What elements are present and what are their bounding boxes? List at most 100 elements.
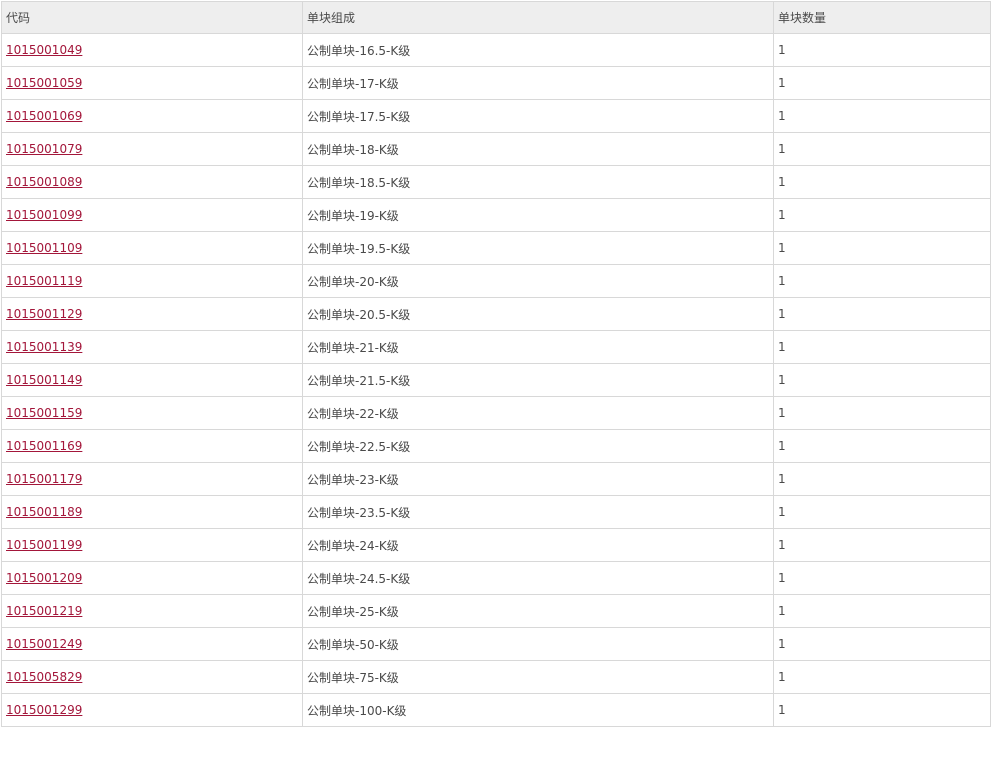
composition-cell: 公制单块-23-K级: [302, 462, 774, 496]
composition-cell: 公制单块-16.5-K级: [302, 33, 774, 67]
composition-cell: 公制单块-100-K级: [302, 693, 774, 727]
code-cell: 1015001249: [1, 627, 303, 661]
code-link[interactable]: 1015001159: [6, 406, 82, 420]
table-row: 1015001139 公制单块-21-K级 1: [1, 330, 991, 364]
code-link[interactable]: 1015001249: [6, 637, 82, 651]
code-link[interactable]: 1015001219: [6, 604, 82, 618]
quantity-cell: 1: [773, 561, 991, 595]
table-row: 1015001079 公制单块-18-K级 1: [1, 132, 991, 166]
code-cell: 1015001219: [1, 594, 303, 628]
code-cell: 1015001209: [1, 561, 303, 595]
quantity-cell: 1: [773, 297, 991, 331]
quantity-cell: 1: [773, 33, 991, 67]
composition-table: 代码 单块组成 单块数量 1015001049 公制单块-16.5-K级 1 1015…: [1, 1, 991, 727]
code-cell: 1015001299: [1, 693, 303, 727]
table-body: 1015001049 公制单块-16.5-K级 1 1015001059 公制单块-17…: [1, 33, 991, 727]
code-link[interactable]: 1015001099: [6, 208, 82, 222]
code-link[interactable]: 1015001169: [6, 439, 82, 453]
code-link[interactable]: 1015001109: [6, 241, 82, 255]
composition-cell: 公制单块-21.5-K级: [302, 363, 774, 397]
quantity-cell: 1: [773, 396, 991, 430]
quantity-cell: 1: [773, 99, 991, 133]
code-link[interactable]: 1015001179: [6, 472, 82, 486]
composition-cell: 公制单块-17.5-K级: [302, 99, 774, 133]
composition-cell: 公制单块-19.5-K级: [302, 231, 774, 265]
table-row: 1015001219 公制单块-25-K级 1: [1, 594, 991, 628]
code-link[interactable]: 1015001129: [6, 307, 82, 321]
code-cell: 1015001069: [1, 99, 303, 133]
code-cell: 1015001059: [1, 66, 303, 100]
composition-cell: 公制单块-19-K级: [302, 198, 774, 232]
column-header-quantity: 单块数量: [773, 1, 991, 34]
code-link[interactable]: 1015005829: [6, 670, 82, 684]
quantity-cell: 1: [773, 264, 991, 298]
table-row: 1015001249 公制单块-50-K级 1: [1, 627, 991, 661]
code-link[interactable]: 1015001079: [6, 142, 82, 156]
code-link[interactable]: 1015001189: [6, 505, 82, 519]
code-cell: 1015001139: [1, 330, 303, 364]
code-link[interactable]: 1015001149: [6, 373, 82, 387]
code-cell: 1015001199: [1, 528, 303, 562]
quantity-cell: 1: [773, 198, 991, 232]
composition-cell: 公制单块-18.5-K级: [302, 165, 774, 199]
code-cell: 1015001079: [1, 132, 303, 166]
composition-cell: 公制单块-20.5-K级: [302, 297, 774, 331]
composition-cell: 公制单块-20-K级: [302, 264, 774, 298]
table-row: 1015001149 公制单块-21.5-K级 1: [1, 363, 991, 397]
table-row: 1015001189 公制单块-23.5-K级 1: [1, 495, 991, 529]
quantity-cell: 1: [773, 495, 991, 529]
code-link[interactable]: 1015001209: [6, 571, 82, 585]
composition-table-container: 代码 单块组成 单块数量 1015001049 公制单块-16.5-K级 1 1015…: [1, 1, 991, 727]
code-link[interactable]: 1015001059: [6, 76, 82, 90]
code-link[interactable]: 1015001139: [6, 340, 82, 354]
header-row: 代码 单块组成 单块数量: [1, 1, 991, 34]
code-cell: 1015001049: [1, 33, 303, 67]
quantity-cell: 1: [773, 693, 991, 727]
quantity-cell: 1: [773, 660, 991, 694]
quantity-cell: 1: [773, 462, 991, 496]
composition-cell: 公制单块-18-K级: [302, 132, 774, 166]
code-cell: 1015001089: [1, 165, 303, 199]
quantity-cell: 1: [773, 429, 991, 463]
composition-cell: 公制单块-25-K级: [302, 594, 774, 628]
table-row: 1015001179 公制单块-23-K级 1: [1, 462, 991, 496]
table-row: 1015001299 公制单块-100-K级 1: [1, 693, 991, 727]
table-row: 1015005829 公制单块-75-K级 1: [1, 660, 991, 694]
table-row: 1015001209 公制单块-24.5-K级 1: [1, 561, 991, 595]
table-row: 1015001049 公制单块-16.5-K级 1: [1, 33, 991, 67]
composition-cell: 公制单块-75-K级: [302, 660, 774, 694]
code-link[interactable]: 1015001049: [6, 43, 82, 57]
code-cell: 1015001189: [1, 495, 303, 529]
code-link[interactable]: 1015001119: [6, 274, 82, 288]
code-cell: 1015001109: [1, 231, 303, 265]
composition-cell: 公制单块-50-K级: [302, 627, 774, 661]
table-row: 1015001159 公制单块-22-K级 1: [1, 396, 991, 430]
quantity-cell: 1: [773, 528, 991, 562]
code-link[interactable]: 1015001089: [6, 175, 82, 189]
table-row: 1015001069 公制单块-17.5-K级 1: [1, 99, 991, 133]
composition-cell: 公制单块-22-K级: [302, 396, 774, 430]
column-header-code: 代码: [1, 1, 303, 34]
code-link[interactable]: 1015001199: [6, 538, 82, 552]
code-cell: 1015001149: [1, 363, 303, 397]
composition-cell: 公制单块-23.5-K级: [302, 495, 774, 529]
quantity-cell: 1: [773, 66, 991, 100]
code-cell: 1015001179: [1, 462, 303, 496]
composition-cell: 公制单块-22.5-K级: [302, 429, 774, 463]
code-link[interactable]: 1015001299: [6, 703, 82, 717]
quantity-cell: 1: [773, 363, 991, 397]
table-row: 1015001099 公制单块-19-K级 1: [1, 198, 991, 232]
quantity-cell: 1: [773, 330, 991, 364]
table-row: 1015001199 公制单块-24-K级 1: [1, 528, 991, 562]
table-row: 1015001089 公制单块-18.5-K级 1: [1, 165, 991, 199]
table-row: 1015001059 公制单块-17-K级 1: [1, 66, 991, 100]
code-cell: 1015001129: [1, 297, 303, 331]
table-row: 1015001129 公制单块-20.5-K级 1: [1, 297, 991, 331]
quantity-cell: 1: [773, 627, 991, 661]
code-link[interactable]: 1015001069: [6, 109, 82, 123]
code-cell: 1015001119: [1, 264, 303, 298]
table-row: 1015001109 公制单块-19.5-K级 1: [1, 231, 991, 265]
table-header: 代码 单块组成 单块数量: [1, 1, 991, 34]
composition-cell: 公制单块-24-K级: [302, 528, 774, 562]
quantity-cell: 1: [773, 165, 991, 199]
